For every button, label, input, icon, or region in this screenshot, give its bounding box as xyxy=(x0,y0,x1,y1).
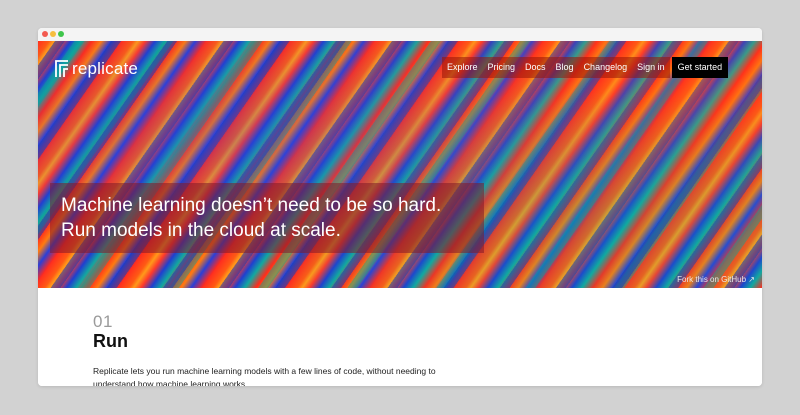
section-title: Run xyxy=(93,331,128,351)
nav-blog[interactable]: Blog xyxy=(550,57,579,78)
logo-text: replicate xyxy=(72,59,139,78)
hero-tagline-line-2: Run models in the cloud at scale. xyxy=(61,220,341,241)
nav-docs[interactable]: Docs xyxy=(520,57,551,78)
nav-sign-in[interactable]: Sign in xyxy=(632,57,670,78)
fork-on-github-link[interactable]: Fork this on GitHub ↗ xyxy=(677,275,755,284)
nav-pricing[interactable]: Pricing xyxy=(482,57,521,78)
nav-changelog[interactable]: Changelog xyxy=(578,57,633,78)
browser-window: replicate Explore Pricing Docs Blog Chan… xyxy=(38,28,762,386)
close-window-dot[interactable] xyxy=(42,31,48,37)
nav-explore[interactable]: Explore xyxy=(442,57,483,78)
top-nav: Explore Pricing Docs Blog Changelog Sign… xyxy=(442,57,729,78)
hero-tagline: Machine learning doesn’t need to be so h… xyxy=(50,183,484,253)
replicate-logo[interactable]: replicate xyxy=(55,58,138,80)
section-number: 01 xyxy=(93,312,113,331)
section-description: Replicate lets you run machine learning … xyxy=(93,366,436,386)
replicate-logo-icon xyxy=(55,60,68,77)
hero-banner: replicate Explore Pricing Docs Blog Chan… xyxy=(38,41,762,288)
maximize-window-dot[interactable] xyxy=(58,31,64,37)
minimize-window-dot[interactable] xyxy=(50,31,56,37)
run-section: 01 Run Replicate lets you run machine le… xyxy=(38,288,762,386)
hero-tagline-line-1: Machine learning doesn’t need to be so h… xyxy=(61,195,442,216)
get-started-button[interactable]: Get started xyxy=(671,57,729,78)
browser-titlebar xyxy=(38,28,762,41)
